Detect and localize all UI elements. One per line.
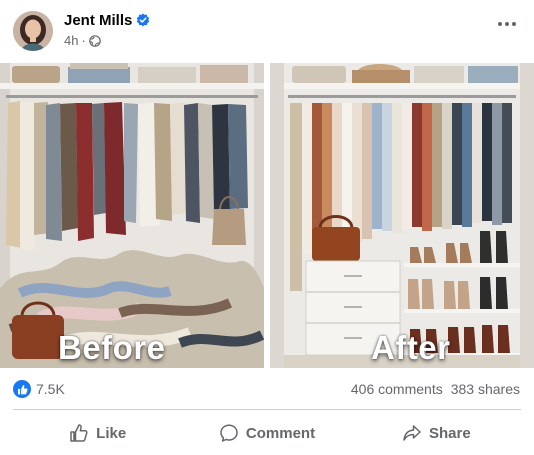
share-button[interactable]: Share [352,414,521,452]
before-photo[interactable]: Before [0,63,264,368]
comments-count-link[interactable]: 406 comments [351,381,443,397]
post-meta: 4h · [64,33,101,48]
meta-separator: · [81,33,86,48]
like-label: Like [96,424,127,442]
like-reaction-icon [13,380,31,398]
engagement-stats: 406 comments 383 shares [351,381,520,397]
share-arrow-icon [403,425,421,441]
post-action-bar: Like Comment Share [13,414,521,452]
after-photo[interactable]: After [270,63,534,368]
author-avatar[interactable] [13,11,53,51]
reactions-summary[interactable]: 7.5K [13,380,65,398]
feed-post: Jent Mills 4h · Before After 7.5K 406 co… [0,0,534,455]
comment-icon [220,424,238,442]
more-options-button[interactable] [494,14,520,34]
comment-button[interactable]: Comment [182,414,351,452]
comment-label: Comment [245,424,316,442]
shares-count-link[interactable]: 383 shares [451,381,520,397]
globe-icon[interactable] [89,34,101,47]
post-time[interactable]: 4h [64,33,78,48]
like-button[interactable]: Like [13,414,182,452]
verified-badge-icon [136,13,150,27]
actions-divider [13,409,521,410]
organized-closet-illustration [270,63,534,368]
before-caption: Before [58,329,166,366]
more-options-icon [498,22,516,26]
reaction-count: 7.5K [36,381,65,397]
share-label: Share [428,424,471,442]
author-name[interactable]: Jent Mills [64,12,132,29]
after-caption: After [371,329,451,366]
thumbs-up-icon [70,424,88,442]
messy-closet-illustration [0,63,264,368]
